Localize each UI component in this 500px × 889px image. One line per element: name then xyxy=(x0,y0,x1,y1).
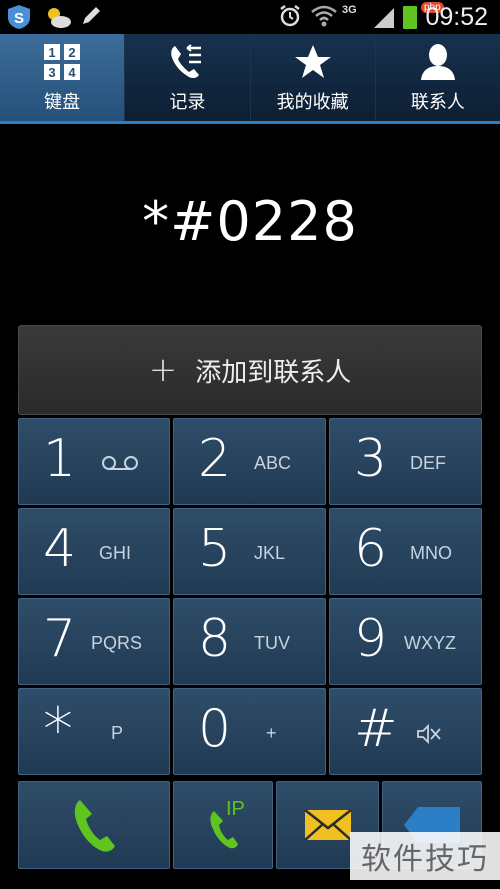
key-letters: WXYZ xyxy=(404,633,456,653)
key-digit: 7 xyxy=(43,609,77,669)
star-icon xyxy=(294,44,331,78)
weather-icon xyxy=(48,8,71,28)
tab-keypad[interactable]: 1 2 3 4 键盘 xyxy=(0,34,126,121)
key-letters: GHI xyxy=(99,543,132,563)
ip-label: IP xyxy=(226,798,245,820)
key-9[interactable]: 9 WXYZ xyxy=(329,598,482,685)
key-digit: * xyxy=(43,695,73,765)
key-letters: ABC xyxy=(254,453,292,473)
tab-call-log[interactable]: 记录 xyxy=(125,34,251,121)
pencil-icon xyxy=(83,7,100,24)
key-letters: PQRS xyxy=(91,633,143,653)
key-digit: 0 xyxy=(198,699,232,759)
tab-contacts[interactable]: 联系人 xyxy=(375,34,500,121)
call-log-icon xyxy=(171,43,202,78)
svg-text:1: 1 xyxy=(49,45,56,60)
key-8[interactable]: 8 TUV xyxy=(173,598,326,685)
tab-bar: 1 2 3 4 键盘 记录 我的收藏 联系人 xyxy=(0,34,500,124)
key-letters: DEF xyxy=(410,453,446,473)
signal-icon xyxy=(374,8,394,28)
key-digit: 2 xyxy=(198,429,232,489)
key-0[interactable]: 0 + xyxy=(173,688,326,775)
dialed-number[interactable]: *#0228 xyxy=(0,190,500,253)
ip-call-button[interactable]: IP xyxy=(173,781,273,869)
alarm-icon xyxy=(280,5,300,27)
key-6[interactable]: 6 MNO xyxy=(329,508,482,595)
key-digit: 4 xyxy=(43,519,77,579)
key-letters: TUV xyxy=(254,633,290,653)
mute-icon xyxy=(417,723,441,745)
security-shield-icon: S xyxy=(8,5,30,29)
key-3[interactable]: 3 DEF xyxy=(329,418,482,505)
key-4[interactable]: 4 GHI xyxy=(18,508,170,595)
svg-text:S: S xyxy=(14,10,24,27)
tab-favorites-label: 我的收藏 xyxy=(276,91,349,113)
watermark: 软件技巧 xyxy=(350,832,500,880)
battery-icon xyxy=(403,6,417,29)
key-2[interactable]: 2 ABC xyxy=(173,418,326,505)
svg-text:2: 2 xyxy=(69,45,76,60)
key-letters: P xyxy=(111,723,124,743)
phone-icon xyxy=(74,800,115,852)
key-letters: + xyxy=(266,723,277,743)
keypad-icon: 1 2 3 4 xyxy=(44,43,81,80)
person-icon xyxy=(420,43,455,80)
key-digit: 3 xyxy=(354,429,388,489)
call-button[interactable] xyxy=(18,781,170,869)
key-5[interactable]: 5 JKL xyxy=(173,508,326,595)
add-to-contacts-label: 添加到联系人 xyxy=(195,357,352,388)
key-letters: JKL xyxy=(254,543,286,563)
tab-call-log-label: 记录 xyxy=(169,91,206,113)
tab-contacts-label: 联系人 xyxy=(410,91,465,113)
key-1[interactable]: 1 xyxy=(18,418,170,505)
key-digit: # xyxy=(354,699,398,759)
envelope-icon xyxy=(303,809,352,841)
key-digit: 6 xyxy=(354,519,388,579)
key-letters: MNO xyxy=(410,543,452,563)
key-star[interactable]: * P xyxy=(18,688,170,775)
tab-keypad-label: 键盘 xyxy=(44,91,81,113)
wifi-icon xyxy=(311,5,337,27)
add-to-contacts-button[interactable]: + 添加到联系人 xyxy=(18,325,482,415)
clock: 09:52 xyxy=(425,3,488,31)
key-digit: 9 xyxy=(354,609,388,669)
key-digit: 5 xyxy=(198,519,232,579)
key-digit: 1 xyxy=(43,429,77,489)
key-digit: 8 xyxy=(198,609,232,669)
tab-favorites[interactable]: 我的收藏 xyxy=(250,34,376,121)
plus-icon: + xyxy=(148,350,178,390)
key-7[interactable]: 7 PQRS xyxy=(18,598,170,685)
status-bar: S 3G php 09:52 xyxy=(0,0,500,34)
svg-text:4: 4 xyxy=(69,65,77,80)
key-hash[interactable]: # xyxy=(329,688,482,775)
network-type: 3G xyxy=(342,4,357,16)
svg-text:3: 3 xyxy=(49,65,56,80)
voicemail-icon xyxy=(102,456,138,470)
dial-keypad: 1 2 ABC 3 DEF 4 GHI 5 JKL 6 MNO 7 PQRS 8… xyxy=(18,418,482,775)
